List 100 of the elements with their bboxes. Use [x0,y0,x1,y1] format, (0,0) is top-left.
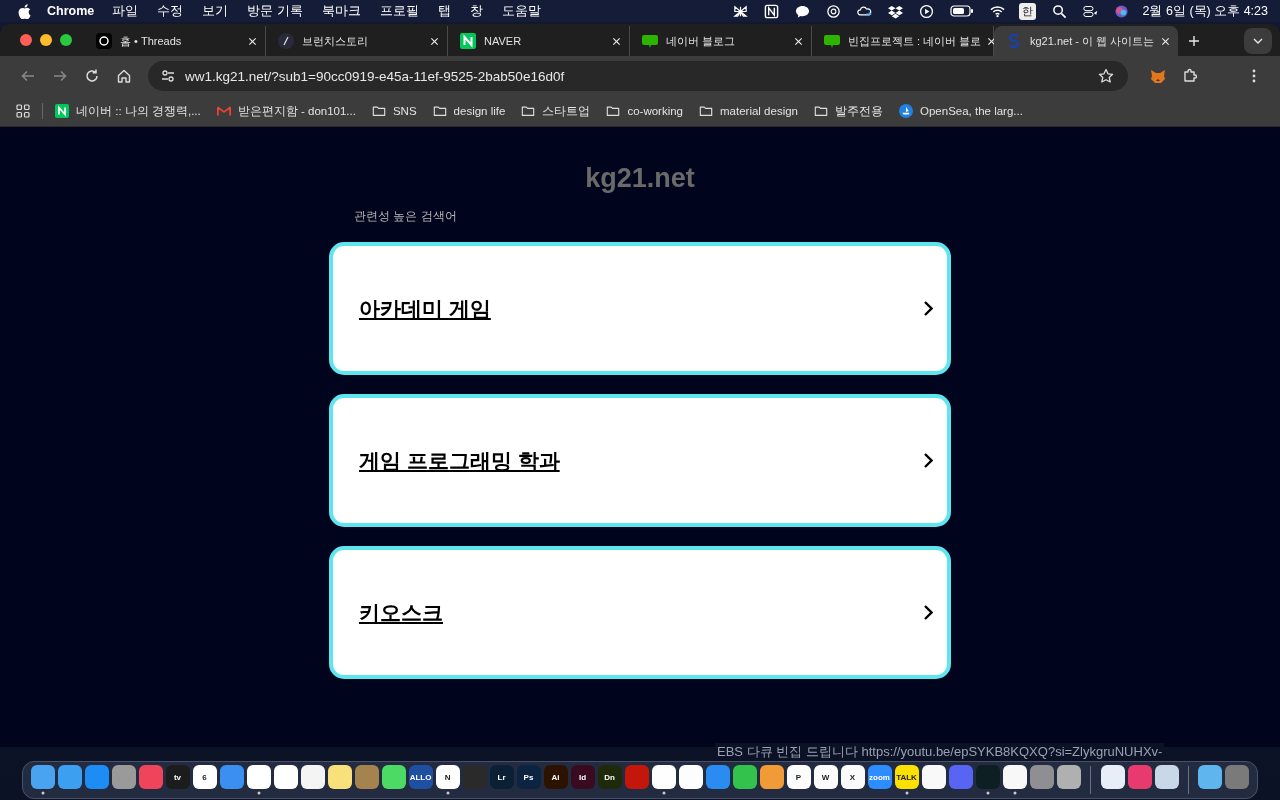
bookmark-item[interactable]: 네이버 :: 나의 경쟁력,... [55,103,201,119]
favicon-icon [899,104,913,118]
search-suggestion-card[interactable]: 키오스크 [329,546,951,679]
running-indicator-icon [256,791,261,795]
search-suggestion-card[interactable]: 게임 프로그래밍 학과 [329,394,951,527]
openai-icon[interactable] [825,3,841,19]
menu-item[interactable]: 파일 [112,2,139,20]
menu-item[interactable]: 북마크 [321,2,361,20]
dock-app-icon: tv [165,765,190,789]
dock-item[interactable]: TALK [893,765,920,795]
forward-icon[interactable] [52,68,68,84]
folder-icon [371,104,386,118]
tab-search-button[interactable] [1244,28,1272,54]
close-tab-icon[interactable] [794,36,803,46]
reload-icon[interactable] [84,68,100,84]
close-tab-icon[interactable] [612,36,621,46]
bookmark-item[interactable]: 받은편지함 - don101... [216,103,356,119]
dock-item[interactable]: 6 [191,765,218,795]
fox-extension-icon[interactable] [1150,68,1166,84]
menu-item[interactable]: 보기 [202,2,229,20]
close-tab-icon[interactable] [248,36,257,46]
apple-icon[interactable] [18,3,31,19]
running-indicator-icon [1012,791,1017,795]
favicon-icon [642,33,658,49]
dock-item[interactable] [245,765,272,795]
dock-app-icon: Ps [516,765,541,789]
dock-item[interactable]: ALLO [407,765,434,795]
input-source-indicator[interactable]: 한 [1018,2,1036,20]
close-tab-icon[interactable] [1161,36,1170,46]
running-indicator-icon [985,791,990,795]
dropbox-icon[interactable] [887,3,903,19]
battery-icon[interactable] [949,5,974,17]
dock-item[interactable]: tv [164,765,191,795]
dock-item[interactable] [650,765,677,795]
bookmark-item[interactable]: material design [699,104,798,118]
browser-tab[interactable]: kg21.net - 이 웹 사이트는 [994,26,1178,56]
dock-item[interactable]: Id [569,765,596,795]
siri-icon[interactable] [1113,3,1129,19]
dock-app-icon: ALLO [408,765,433,789]
dock-app-icon: Ai [543,765,568,789]
dock-item[interactable]: P [785,765,812,795]
zoom-window-icon[interactable] [60,34,72,46]
dock-app-icon: 6 [192,765,217,789]
menu-bar-clock[interactable]: 2월 6일 (목) 오후 4:23 [1142,2,1268,20]
minimize-window-icon[interactable] [40,34,52,46]
address-bar[interactable]: ww1.kg21.net/?sub1=90cc0919-e45a-11ef-9525-2bab50e16d0f [148,61,1128,91]
dock-app-icon: TALK [894,765,919,789]
menu-item[interactable]: 탭 [437,2,451,20]
apps-grid-icon[interactable] [16,104,30,118]
threads-favicon-icon [96,33,112,49]
chevron-right-icon [923,452,933,469]
back-icon[interactable] [20,68,36,84]
dock-item[interactable]: Lr [488,765,515,795]
dock-item[interactable] [1001,765,1028,795]
menu-item[interactable]: 수정 [157,2,184,20]
close-tab-icon[interactable] [430,36,439,46]
new-tab-icon[interactable] [1188,35,1200,47]
dock-app-icon: N [435,765,460,789]
notion-icon[interactable] [763,3,779,19]
menu-item[interactable]: 도움말 [501,2,541,20]
menu-item[interactable]: 창 [469,2,483,20]
bookmark-item[interactable]: OpenSea, the larg... [899,104,1023,118]
dock-item[interactable]: Ai [542,765,569,795]
chevron-right-icon [923,604,933,621]
bookmark-item[interactable]: design life [432,104,506,118]
play-icon[interactable] [918,3,934,19]
search-icon[interactable] [1051,3,1067,19]
control-center-icon[interactable] [1082,3,1098,19]
bookmark-star-icon[interactable] [1098,68,1114,84]
dock-app-icon: X [840,765,865,789]
menu-app-name[interactable]: Chrome [47,4,95,18]
menu-item[interactable]: 방문 기록 [247,2,303,20]
running-indicator-icon [40,791,45,795]
menu-item[interactable]: 프로필 [379,2,419,20]
bookmark-item[interactable]: co-working [606,104,683,118]
site-settings-icon[interactable] [160,68,176,84]
folder-icon [699,104,713,118]
dock-item[interactable]: Dn [596,765,623,795]
dock-item[interactable]: X [839,765,866,795]
bookmark-item[interactable]: SNS [371,104,417,118]
wifi-icon[interactable] [989,3,1005,19]
bookmark-item[interactable]: 발주전용 [814,103,883,119]
bookmark-item[interactable]: 스타트업 [521,103,591,119]
dock-item[interactable]: N [434,765,461,795]
running-indicator-icon [661,791,666,795]
search-suggestion-card[interactable]: 아카데미 게임 [329,242,951,375]
favicon-icon [1006,33,1022,49]
butterfly-icon[interactable] [732,3,748,19]
dock-item[interactable]: Ps [515,765,542,795]
chat-bubble-icon[interactable] [794,3,810,19]
cloud-sync-icon[interactable] [856,3,872,19]
favicon-icon [824,33,840,49]
home-icon[interactable] [116,68,132,84]
dock-item[interactable]: W [812,765,839,795]
close-window-icon[interactable] [20,34,32,46]
section-label: 관련성 높은 검색어 [354,208,457,225]
favicon-icon [216,104,231,118]
dock-app-icon: Lr [489,765,514,789]
running-indicator-icon [904,791,909,795]
extensions-icon[interactable] [1182,68,1198,84]
